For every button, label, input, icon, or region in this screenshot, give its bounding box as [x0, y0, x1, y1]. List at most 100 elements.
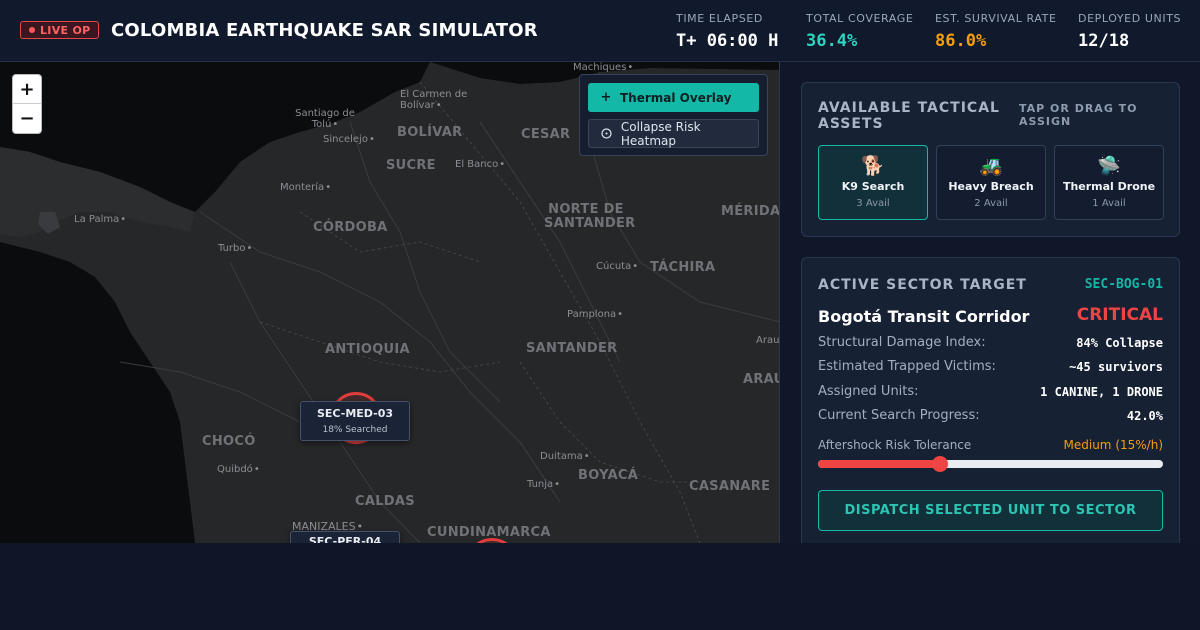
- info-row-victims: Estimated Trapped Victims: ~45 survivors: [818, 359, 1163, 374]
- asset-name: Heavy Breach: [948, 180, 1034, 193]
- region-label: BOYACÁ: [578, 468, 639, 483]
- collapse-heatmap-toggle[interactable]: Collapse Risk Heatmap: [588, 119, 759, 148]
- row-label: Structural Damage Index:: [818, 335, 986, 350]
- region-label: MÉRIDA: [721, 204, 780, 219]
- row-value: 84% Collapse: [1076, 335, 1163, 350]
- city-label: Sincelejo: [323, 134, 375, 145]
- region-label: TÁCHIRA: [650, 260, 716, 275]
- stat-value: 36.4%: [806, 31, 858, 51]
- region-label: CALDAS: [355, 494, 415, 509]
- stat-survival-rate: EST. SURVIVAL RATE 86.0%: [935, 12, 1057, 51]
- circle-icon: [601, 128, 613, 140]
- asset-thermal-drone[interactable]: 🛸 Thermal Drone 1 Avail: [1054, 145, 1164, 220]
- active-sector-card: ACTIVE SECTOR TARGET SEC-BOG-01 Bogotá T…: [801, 257, 1180, 543]
- region-label: BOLÍVAR: [397, 125, 463, 140]
- top-bar: LIVE OP COLOMBIA EARTHQUAKE SAR SIMULATO…: [0, 0, 1200, 62]
- slider-thumb[interactable]: [932, 456, 949, 472]
- target-name: Bogotá Transit Corridor: [818, 307, 1030, 326]
- city-label: Quibdó: [217, 464, 260, 475]
- tactical-assets-card: AVAILABLE TACTICAL ASSETS TAP OR DRAG TO…: [801, 82, 1180, 237]
- sector-progress: 18% Searched: [322, 425, 388, 435]
- live-badge-label: LIVE OP: [40, 23, 91, 37]
- region-label: SUCRE: [386, 158, 436, 173]
- slider-fill: [818, 460, 941, 468]
- city-label: Montería: [280, 182, 331, 193]
- asset-name: Thermal Drone: [1062, 180, 1156, 193]
- aftershock-label: Aftershock Risk Tolerance: [818, 438, 972, 452]
- layer-panel: + Thermal Overlay Collapse Risk Heatmap: [579, 74, 768, 156]
- asset-availability: 3 Avail: [856, 198, 890, 209]
- sar-map[interactable]: BOLÍVAR CESAR SUCRE CÓRDOBA NORTE DE SAN…: [0, 62, 780, 543]
- city-label: El Carmen de Bolívar: [400, 89, 480, 111]
- stat-time-elapsed: TIME ELAPSED T+ 06:00 H: [676, 12, 778, 51]
- sector-name: SEC-PER-04: [308, 535, 382, 543]
- region-label: CASANARE: [689, 479, 771, 494]
- stat-value: 12/18: [1078, 31, 1130, 51]
- city-label: Tunja: [527, 479, 560, 490]
- city-label: Arauca: [756, 335, 779, 346]
- city-label: Santiago de Tolú: [292, 108, 358, 130]
- side-panel: AVAILABLE TACTICAL ASSETS TAP OR DRAG TO…: [781, 62, 1200, 543]
- asset-list: 🐕 K9 Search 3 Avail 🚜 Heavy Breach 2 Ava…: [818, 145, 1164, 220]
- stat-deployed-units: DEPLOYED UNITS 12/18: [1078, 12, 1181, 51]
- aftershock-value: Medium (15%/h): [1063, 438, 1163, 452]
- asset-name: K9 Search: [841, 180, 905, 193]
- city-label: Duitama: [540, 451, 590, 462]
- asset-heavy-breach[interactable]: 🚜 Heavy Breach 2 Avail: [936, 145, 1046, 220]
- info-row-units: Assigned Units: 1 CANINE, 1 DRONE: [818, 384, 1163, 399]
- collapse-heatmap-label: Collapse Risk Heatmap: [620, 119, 701, 148]
- region-label: NORTE DE SANTANDER: [544, 202, 636, 231]
- info-row-damage: Structural Damage Index: 84% Collapse: [818, 335, 1163, 350]
- zoom-control: + −: [12, 74, 42, 134]
- row-label: Current Search Progress:: [818, 408, 980, 423]
- plus-icon: +: [600, 90, 612, 105]
- thermal-overlay-label: Thermal Overlay: [620, 90, 732, 105]
- thermal-overlay-toggle[interactable]: + Thermal Overlay: [588, 83, 759, 112]
- stat-total-coverage: TOTAL COVERAGE 36.4%: [806, 12, 913, 51]
- asset-availability: 1 Avail: [1092, 198, 1126, 209]
- sector-name: SEC-MED-03: [317, 407, 393, 420]
- sector-marker-per-04[interactable]: SEC-PER-04: [290, 531, 400, 543]
- sector-marker-med-03[interactable]: SEC-MED-03 18% Searched: [300, 401, 410, 441]
- row-value: ~45 survivors: [1069, 359, 1163, 374]
- region-label: ARAU: [743, 372, 779, 387]
- card-title: AVAILABLE TACTICAL ASSETS: [818, 100, 1000, 132]
- live-op-badge: LIVE OP: [20, 21, 100, 39]
- zoom-in-button[interactable]: +: [13, 75, 41, 104]
- dog-icon: 🐕: [861, 155, 885, 177]
- asset-k9-search[interactable]: 🐕 K9 Search 3 Avail: [818, 145, 928, 220]
- stat-label: DEPLOYED UNITS: [1078, 12, 1182, 25]
- city-label: El Banco: [455, 159, 505, 170]
- info-row-progress: Current Search Progress: 42.0%: [818, 408, 1163, 423]
- city-label: Cúcuta: [596, 261, 638, 272]
- row-label: Assigned Units:: [818, 384, 919, 399]
- region-label: CÓRDOBA: [313, 220, 388, 235]
- row-value: 1 CANINE, 1 DRONE: [1040, 384, 1163, 399]
- status-badge: CRITICAL: [1076, 305, 1163, 325]
- row-label: Estimated Trapped Victims:: [818, 359, 996, 374]
- card-title: ACTIVE SECTOR TARGET: [818, 277, 1027, 293]
- assign-hint: TAP OR DRAG TO ASSIGN: [1019, 102, 1138, 128]
- stat-label: TOTAL COVERAGE: [806, 12, 914, 25]
- stat-value: T+ 06:00 H: [676, 31, 779, 51]
- live-dot-icon: [29, 27, 35, 33]
- tractor-icon: 🚜: [979, 155, 1003, 177]
- dispatch-button[interactable]: DISPATCH SELECTED UNIT TO SECTOR: [818, 490, 1163, 531]
- region-label: ANTIOQUIA: [325, 342, 410, 357]
- zoom-out-button[interactable]: −: [13, 104, 41, 133]
- sector-id: SEC-BOG-01: [1084, 277, 1163, 292]
- asset-availability: 2 Avail: [974, 198, 1008, 209]
- region-label: CESAR: [521, 127, 571, 142]
- drone-icon: 🛸: [1097, 155, 1121, 177]
- row-value: 42.0%: [1126, 408, 1163, 423]
- city-label: La Palma: [74, 214, 126, 225]
- region-label: CHOCÓ: [202, 434, 256, 449]
- city-label: Pamplona: [567, 309, 623, 320]
- region-label: SANTANDER: [526, 341, 618, 356]
- city-label: Machiques: [573, 62, 633, 73]
- city-label: Turbo: [218, 243, 252, 254]
- stat-label: TIME ELAPSED: [676, 12, 763, 25]
- stat-label: EST. SURVIVAL RATE: [935, 12, 1057, 25]
- stat-value: 86.0%: [935, 31, 987, 51]
- aftershock-slider[interactable]: [818, 456, 1163, 472]
